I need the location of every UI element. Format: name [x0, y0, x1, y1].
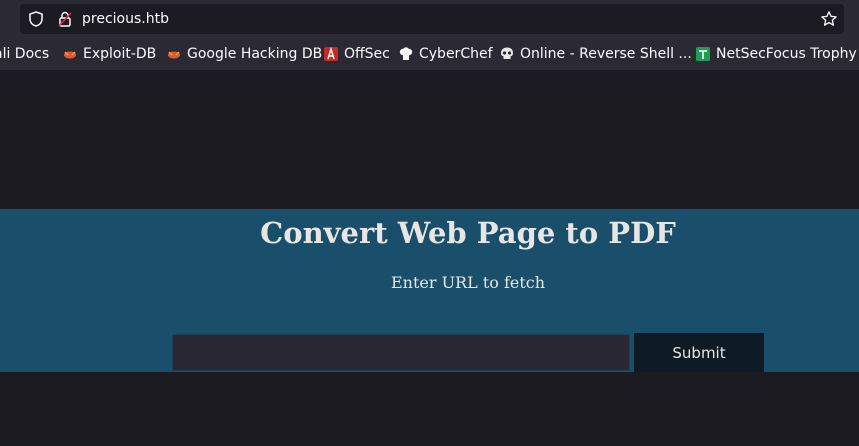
bookmark-exploit-db[interactable]: Exploit-DB — [62, 45, 156, 63]
bookmark-label: NetSecFocus Trophy R — [716, 46, 859, 62]
cyberchef-icon — [399, 47, 413, 60]
bookmark-label: Google Hacking DB — [187, 46, 323, 62]
bookmark-label: ali Docs — [0, 46, 50, 62]
bookmark-kali-docs[interactable]: ali Docs — [0, 45, 49, 63]
bookmarks-toolbar: ali Docs Exploit-DB Google Hacking DB Of… — [0, 43, 859, 65]
address-bar[interactable]: precious.htb — [20, 4, 844, 34]
url-input[interactable] — [172, 334, 630, 371]
bookmark-cyberchef[interactable]: CyberChef — [398, 45, 493, 63]
page-content: Convert Web Page to PDF Enter URL to fet… — [0, 70, 859, 446]
bookmark-google-hacking-db[interactable]: Google Hacking DB — [166, 45, 322, 63]
bookmark-offsec[interactable]: OffSec — [323, 45, 390, 63]
exploit-db-icon — [64, 51, 76, 59]
url-text[interactable]: precious.htb — [82, 10, 169, 28]
page-title: Convert Web Page to PDF — [260, 216, 676, 250]
submit-button[interactable]: Submit — [634, 333, 764, 372]
shield-icon[interactable] — [27, 10, 45, 28]
skull-icon — [501, 47, 513, 59]
insecure-lock-icon[interactable] — [56, 10, 74, 28]
bookmark-star-icon[interactable] — [820, 10, 838, 28]
converter-panel: Convert Web Page to PDF Enter URL to fet… — [0, 209, 859, 372]
offsec-icon — [324, 46, 338, 61]
ghdb-icon — [168, 51, 180, 59]
bookmark-label: OffSec — [344, 46, 390, 62]
bookmark-label: Exploit-DB — [83, 46, 157, 62]
bookmark-label: CyberChef — [419, 46, 493, 62]
bookmark-netsecfocus[interactable]: NetSecFocus Trophy R — [695, 45, 859, 63]
bookmark-label: Online - Reverse Shell ... — [520, 46, 692, 62]
browser-toolbar: precious.htb ali Docs Exploit-DB Google … — [0, 0, 859, 70]
page-subtitle: Enter URL to fetch — [390, 273, 546, 292]
bookmark-reverse-shell[interactable]: Online - Reverse Shell ... — [499, 45, 692, 63]
sheets-icon — [696, 47, 710, 61]
